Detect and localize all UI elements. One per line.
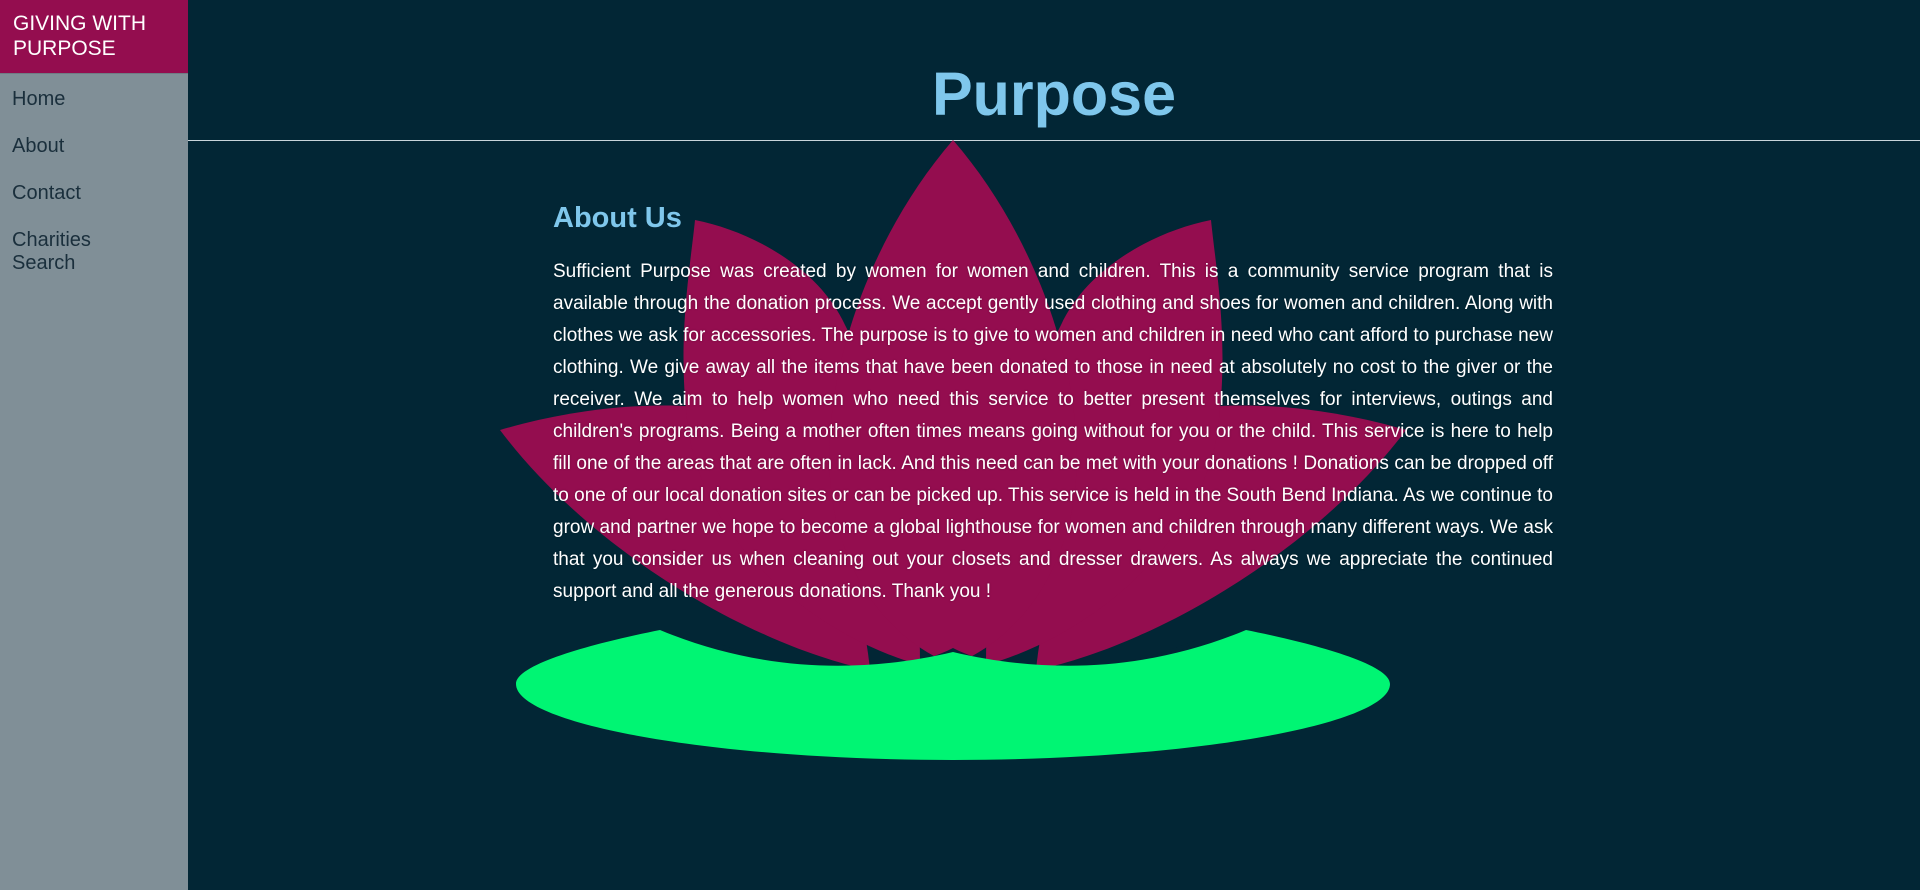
site-brand[interactable]: GIVING WITH PURPOSE [0, 0, 188, 74]
sidebar-item-contact[interactable]: Contact [0, 176, 188, 223]
about-section: About Us Sufficient Purpose was created … [553, 196, 1553, 608]
about-heading: About Us [553, 202, 682, 234]
page-title: Purpose [931, 60, 1177, 128]
sidebar-item-home[interactable]: Home [0, 82, 188, 129]
about-paragraph: Sufficient Purpose was created by women … [553, 261, 1553, 602]
main-content: Purpose About Us Sufficient Purpose was … [188, 0, 1920, 890]
sidebar: GIVING WITH PURPOSE Home About Contact C… [0, 0, 188, 890]
sidebar-item-charities-search[interactable]: Charities Search [0, 223, 120, 281]
sidebar-nav: Home About Contact Charities Search [0, 74, 188, 281]
sidebar-item-about[interactable]: About [0, 129, 188, 176]
